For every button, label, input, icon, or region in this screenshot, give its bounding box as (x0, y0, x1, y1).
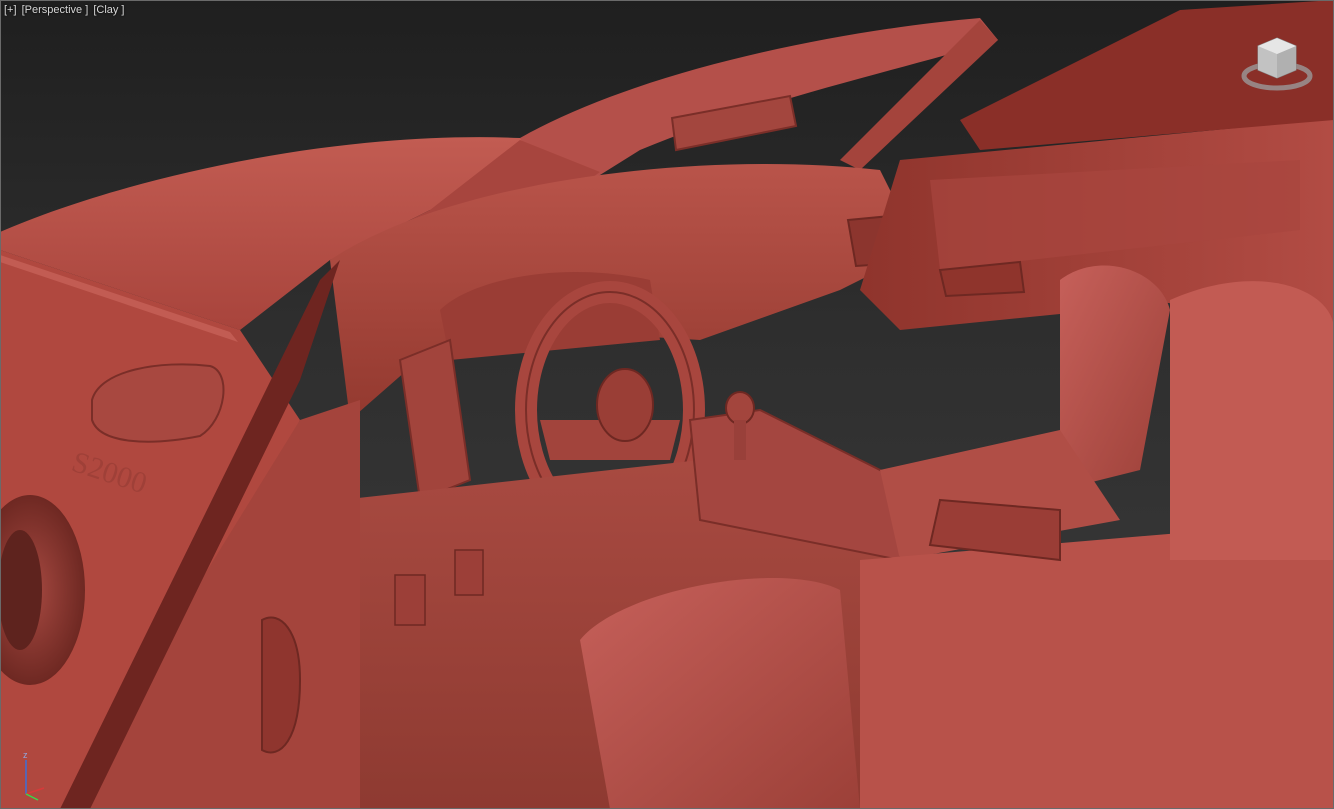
gear-shift-knob (725, 391, 755, 425)
viewport-menu-button[interactable]: [+] (4, 4, 17, 16)
driver-seat-bolster (1170, 281, 1334, 560)
axis-tripod-icon: z (23, 750, 45, 801)
center-stack (398, 338, 472, 502)
pedal-clutch (394, 574, 426, 626)
viewcube-icon[interactable] (1240, 34, 1314, 96)
view-type-button[interactable]: [Perspective ] (22, 4, 89, 16)
steering-wheel-hub (596, 368, 654, 442)
shading-mode-button[interactable]: [Clay ] (93, 4, 124, 16)
perspective-viewport[interactable]: S2000 [+] [Perspective] [Clay] z (0, 0, 1334, 809)
pedal-brake (454, 549, 484, 596)
viewport-label: [+] [Perspective ] [Clay ] (4, 4, 127, 16)
driver-seat-cushion (580, 578, 860, 809)
axis-z-label: z (23, 750, 28, 760)
driver-seat-back (860, 520, 1334, 809)
gear-shift-stick (734, 420, 746, 460)
clay-render-scene: S2000 (0, 0, 1334, 809)
